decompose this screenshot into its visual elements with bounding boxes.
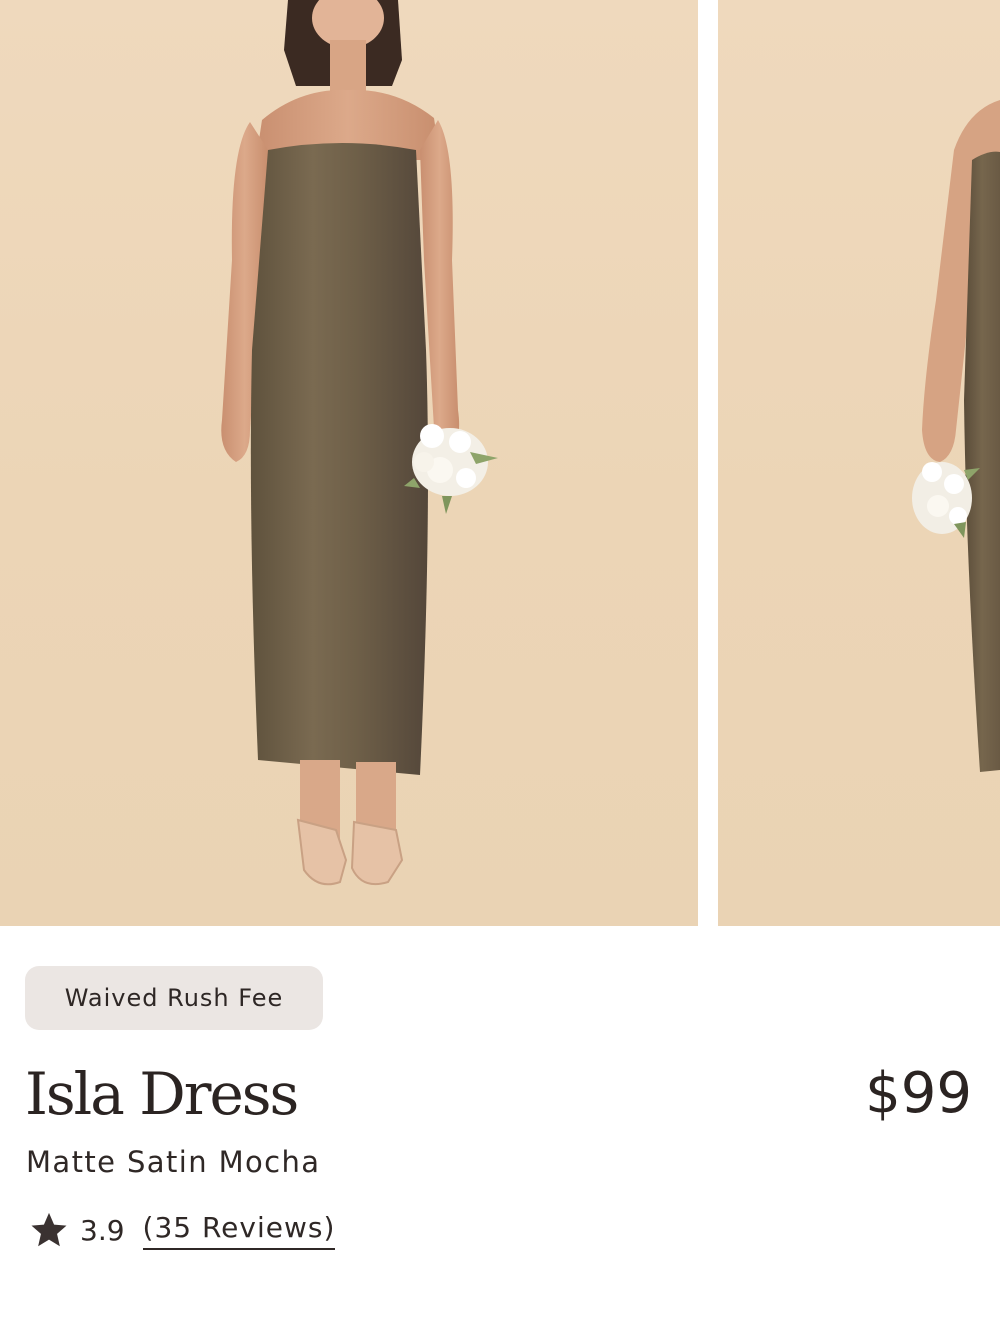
model-front-photo xyxy=(221,0,498,886)
star-icon xyxy=(31,1212,67,1247)
product-rating: 3.9 (35 Reviews) xyxy=(28,1206,336,1254)
product-image-1[interactable] xyxy=(0,0,698,926)
rush-fee-badge: Waived Rush Fee xyxy=(25,966,323,1030)
product-price: $99 xyxy=(865,1061,972,1126)
rating-value: 3.9 xyxy=(80,1213,125,1247)
model-alt-photo xyxy=(912,100,1000,772)
product-title: Isla Dress xyxy=(25,1060,299,1128)
reviews-link[interactable]: (35 Reviews) xyxy=(142,1211,336,1250)
product-color-name: Matte Satin Mocha xyxy=(26,1145,321,1179)
product-image-carousel[interactable] xyxy=(0,0,1000,926)
product-image-2[interactable] xyxy=(718,0,1000,926)
